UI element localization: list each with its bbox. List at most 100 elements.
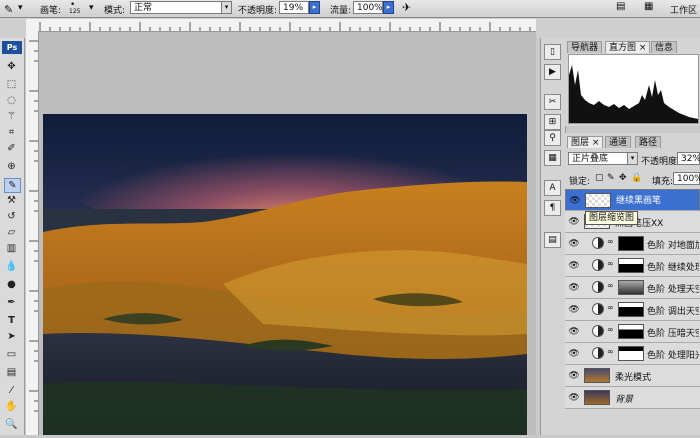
levels-adjustment-icon xyxy=(592,325,604,337)
lock-all-icon[interactable]: 🔒 xyxy=(631,173,642,183)
magic-wand-icon[interactable]: ⚚ xyxy=(4,110,19,123)
layer-name[interactable]: 背景 xyxy=(615,392,633,405)
layer-mask[interactable] xyxy=(618,236,644,251)
layer-row[interactable]: 👁 继续黑画笔 xyxy=(565,189,700,211)
layer-mask[interactable] xyxy=(618,280,644,295)
layer-name[interactable]: 色阶 调出天空 xyxy=(647,304,699,317)
panel-icon[interactable]: ▤ xyxy=(616,1,625,12)
healing-brush-icon[interactable]: ⊕ xyxy=(4,160,19,173)
layer-row[interactable]: 👁 ∞ 色阶 调出天空 xyxy=(565,299,700,321)
tab-layers[interactable]: 图层 × xyxy=(567,136,604,148)
layer-row[interactable]: 👁 ∞ 色阶 处理天空 xyxy=(565,277,700,299)
workspace-menu[interactable]: 工作区 xyxy=(670,3,697,16)
clone-stamp-icon[interactable]: ⚒ xyxy=(4,194,19,207)
tab-info[interactable]: 信息 xyxy=(651,41,678,53)
eye-icon[interactable]: 👁 xyxy=(568,260,580,272)
paragraph-panel-icon[interactable]: ¶ xyxy=(544,200,561,216)
gradient-tool-icon[interactable]: ▥ xyxy=(4,242,19,255)
brush-panel-icon[interactable]: ▦ xyxy=(644,1,653,12)
blur-tool-icon[interactable]: 💧 xyxy=(4,260,19,273)
zoom-tool-icon[interactable]: 🔍 xyxy=(4,418,19,431)
layer-mask[interactable] xyxy=(618,258,644,273)
opacity-input[interactable]: 19% xyxy=(279,1,309,14)
hand-tool-icon[interactable]: ✋ xyxy=(4,400,19,413)
layer-row[interactable]: 👁 ∞ 色阶 处理阳光 xyxy=(565,343,700,365)
move-tool-icon[interactable]: ✥ xyxy=(4,60,19,73)
eraser-tool-icon[interactable]: ▱ xyxy=(4,226,19,239)
layer-row[interactable]: 👁 ∞ 色阶 压暗天空 xyxy=(565,321,700,343)
lock-transparency-icon[interactable]: ▢ xyxy=(595,173,604,183)
layer-comps-icon[interactable]: ▤ xyxy=(544,232,561,248)
path-selection-icon[interactable]: ➤ xyxy=(4,330,19,343)
chevron-down-icon[interactable]: ▾ xyxy=(221,1,232,14)
eye-icon[interactable]: 👁 xyxy=(568,238,580,250)
layer-thumbnail[interactable] xyxy=(584,368,610,383)
blend-mode-select[interactable]: 正片叠底 xyxy=(568,152,628,165)
actions-panel-icon[interactable]: ▶ xyxy=(544,64,561,80)
brush-tool-icon[interactable]: ✎ xyxy=(4,3,13,16)
layer-name[interactable]: 色阶 继续处理 xyxy=(647,260,699,273)
tab-navigator[interactable]: 导航器 xyxy=(567,41,603,53)
layer-row[interactable]: 👁 背景 xyxy=(565,387,700,409)
eye-icon[interactable]: 👁 xyxy=(569,195,581,207)
lock-position-icon[interactable]: ✥ xyxy=(619,173,627,183)
layer-name[interactable]: 色阶 处理阳光 xyxy=(647,348,699,361)
airbrush-icon[interactable]: ✈ xyxy=(402,1,411,14)
tab-histogram[interactable]: 直方图 × xyxy=(605,41,651,53)
opacity-slider-button[interactable]: ▸ xyxy=(309,1,320,14)
eye-icon[interactable]: 👁 xyxy=(568,304,580,316)
flow-slider-button[interactable]: ▸ xyxy=(383,1,394,14)
layer-opacity-input[interactable]: 32% xyxy=(677,152,700,165)
history-panel-icon[interactable]: ▯ xyxy=(544,44,561,60)
swatches-panel-icon[interactable]: ▦ xyxy=(544,150,561,166)
eyedropper-tool-icon[interactable]: ✐ xyxy=(4,142,19,155)
brushes-panel-icon[interactable]: ⊞ xyxy=(544,114,561,130)
layer-name[interactable]: 柔光模式 xyxy=(615,370,651,383)
chevron-down-icon[interactable]: ▾ xyxy=(89,3,94,13)
type-tool-icon[interactable]: T xyxy=(4,314,19,327)
layer-mask[interactable] xyxy=(618,346,644,361)
layer-name[interactable]: 色阶 压暗天空 xyxy=(647,326,699,339)
document-image[interactable] xyxy=(43,114,527,435)
layer-mask[interactable] xyxy=(618,302,644,317)
flow-input[interactable]: 100% xyxy=(353,1,383,14)
marquee-tool-icon[interactable]: ⬚ xyxy=(4,78,19,91)
fill-input[interactable]: 100% xyxy=(673,172,700,185)
history-brush-icon[interactable]: ↺ xyxy=(4,210,19,223)
mode-select[interactable]: 正常 xyxy=(130,1,222,14)
layer-name[interactable]: 色阶 对地面加 xyxy=(647,238,699,251)
layer-row[interactable]: 👁 柔光模式 xyxy=(565,365,700,387)
layer-mask[interactable] xyxy=(618,324,644,339)
tool-presets-icon[interactable]: ✂ xyxy=(544,94,561,110)
layer-name[interactable]: 继续黑画笔 xyxy=(616,195,661,208)
mode-label: 模式: xyxy=(104,6,126,16)
options-bar: ✎ ▾ 画笔: • 125 ▾ 模式: 正常 ▾ 不透明度: 19% ▸ 流量:… xyxy=(0,0,700,18)
chevron-down-icon[interactable]: ▾ xyxy=(18,3,23,13)
eye-icon[interactable]: 👁 xyxy=(568,326,580,338)
layer-name[interactable]: 色阶 处理天空 xyxy=(647,282,699,295)
eyedropper-icon[interactable]: ⁄ xyxy=(4,384,19,397)
character-panel-icon[interactable]: A xyxy=(544,180,561,196)
clone-source-icon[interactable]: ⚲ xyxy=(544,130,561,146)
notes-tool-icon[interactable]: ▤ xyxy=(4,366,19,379)
tab-paths[interactable]: 路径 xyxy=(635,136,662,148)
pen-tool-icon[interactable]: ✒ xyxy=(4,296,19,309)
brush-tool-icon[interactable]: ✎ xyxy=(4,178,21,193)
layer-thumbnail[interactable] xyxy=(584,390,610,405)
layer-thumbnail[interactable] xyxy=(585,193,611,208)
levels-adjustment-icon xyxy=(592,347,604,359)
lock-pixels-icon[interactable]: ✎ xyxy=(607,173,615,183)
dodge-tool-icon[interactable]: ● xyxy=(4,278,19,291)
eye-icon[interactable]: 👁 xyxy=(568,392,580,404)
eye-icon[interactable]: 👁 xyxy=(568,348,580,360)
chevron-down-icon[interactable]: ▾ xyxy=(627,152,638,165)
tab-channels[interactable]: 通道 xyxy=(605,136,632,148)
eye-icon[interactable]: 👁 xyxy=(568,370,580,382)
eye-icon[interactable]: 👁 xyxy=(568,216,580,228)
layer-row[interactable]: 👁 ∞ 色阶 对地面加 xyxy=(565,233,700,255)
eye-icon[interactable]: 👁 xyxy=(568,282,580,294)
crop-tool-icon[interactable]: ⌗ xyxy=(4,126,19,139)
lasso-tool-icon[interactable]: ◌ xyxy=(4,94,19,107)
shape-tool-icon[interactable]: ▭ xyxy=(4,348,19,361)
layer-row[interactable]: 👁 ∞ 色阶 继续处理 xyxy=(565,255,700,277)
